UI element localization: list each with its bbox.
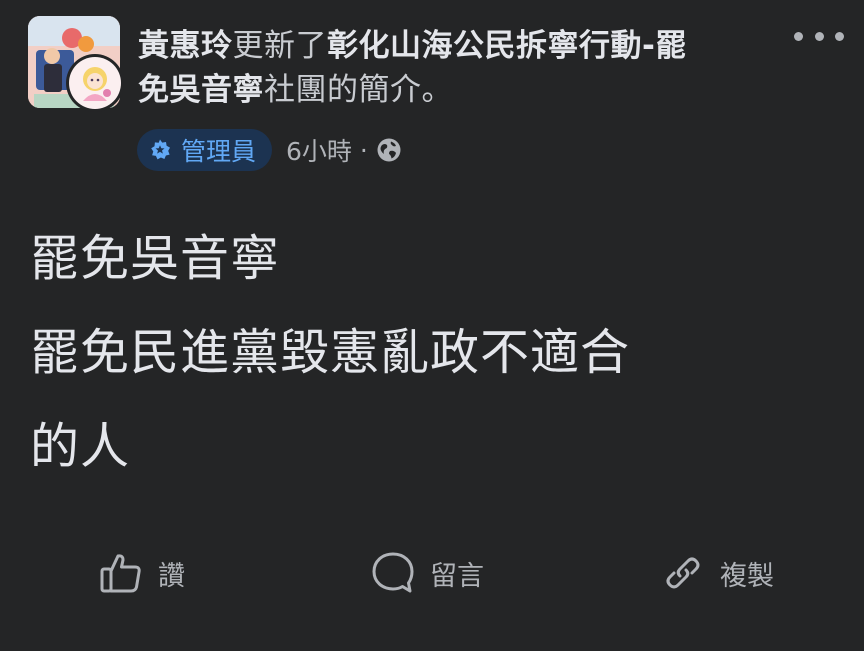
thumbs-up-icon: [98, 550, 144, 596]
post-meta: 管理員 6小時 ·: [137, 129, 402, 171]
copy-label: 複製: [720, 560, 774, 592]
post-timestamp[interactable]: 6小時: [286, 132, 352, 168]
link-icon: [660, 550, 706, 596]
post-body: 罷免吳音寧 罷免民進黨毀憲亂政不適合 的人: [30, 212, 830, 494]
admin-shield-icon: [147, 137, 173, 163]
post-avatar-group[interactable]: [28, 16, 124, 116]
more-dot: [835, 31, 844, 41]
more-options-button[interactable]: [794, 26, 844, 46]
comment-bubble-icon: [370, 550, 416, 596]
post-headline: 黃惠玲更新了彰化山海公民拆寧行動-罷免吳音寧社團的簡介。: [138, 24, 698, 112]
action-text: 更新了: [232, 28, 327, 64]
suffix-text: 社團的簡介。: [264, 72, 453, 108]
admin-badge[interactable]: 管理員: [137, 129, 273, 171]
globe-icon[interactable]: [376, 137, 402, 163]
copy-link-button[interactable]: 複製: [660, 545, 774, 601]
like-label: 讚: [158, 560, 185, 592]
user-avatar-image: [69, 57, 121, 109]
author-name[interactable]: 黃惠玲: [138, 28, 233, 64]
more-dot: [794, 31, 803, 41]
meta-separator: ·: [359, 135, 368, 165]
post-body-line: 罷免吳音寧: [30, 230, 281, 287]
post-body-line: 的人: [30, 418, 131, 475]
post-action-bar: 讚 留言 複製: [0, 545, 864, 601]
like-button[interactable]: 讚: [98, 545, 185, 601]
admin-badge-label: 管理員: [181, 137, 257, 166]
post-body-line: 罷免民進黨毀憲亂政不適合: [30, 324, 631, 381]
comment-button[interactable]: 留言: [370, 545, 484, 601]
user-avatar[interactable]: [66, 54, 124, 112]
comment-label: 留言: [430, 560, 484, 592]
more-dot: [814, 31, 824, 41]
